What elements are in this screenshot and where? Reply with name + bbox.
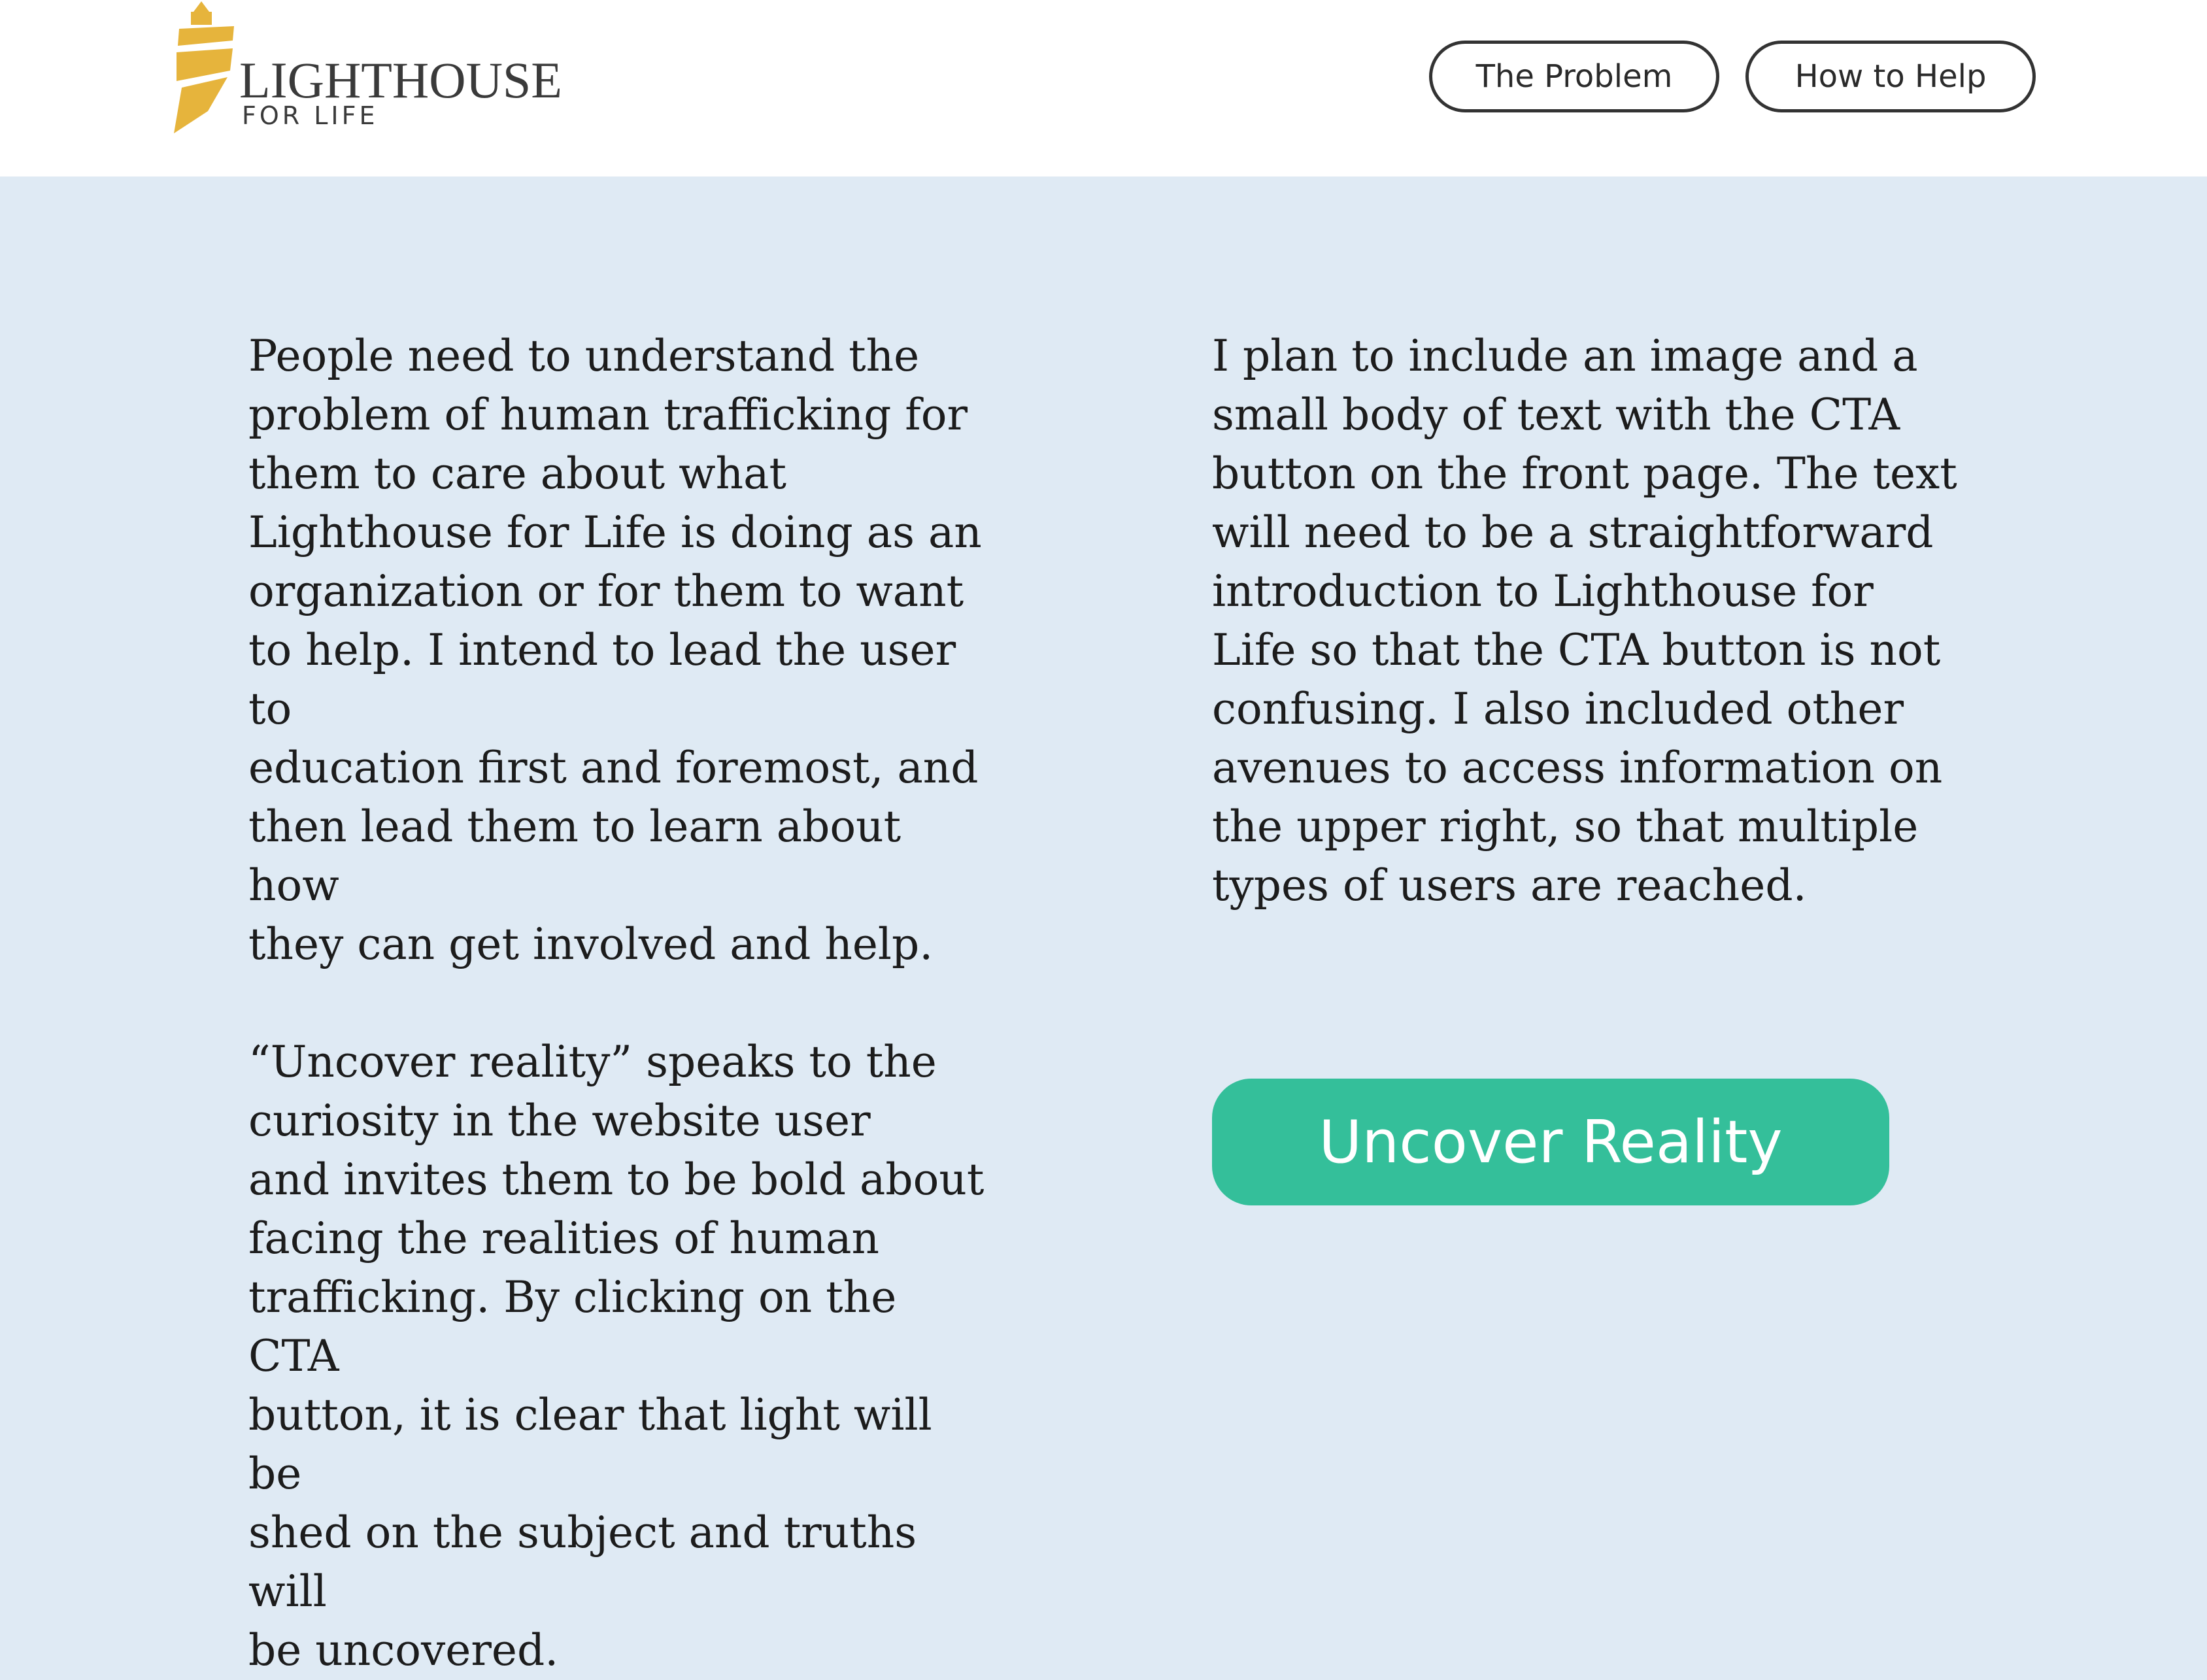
logo-title: LIGHTHOUSE [239, 52, 562, 109]
right-text-column: I plan to include an image and a small b… [1212, 327, 1957, 915]
left-text-column: People need to understand the problem of… [248, 327, 994, 1680]
uncover-reality-paragraph: “Uncover reality” speaks to the curiosit… [248, 1037, 985, 1675]
the-problem-button[interactable]: The Problem [1429, 41, 1719, 112]
lighthouse-icon [174, 1, 234, 133]
site-header: LIGHTHOUSE FOR LIFE The Problem How to H… [0, 0, 2207, 176]
plan-paragraph: I plan to include an image and a small b… [1212, 331, 1957, 911]
problem-paragraph: People need to understand the problem of… [248, 331, 982, 969]
how-to-help-button[interactable]: How to Help [1745, 41, 2036, 112]
top-nav: The Problem How to Help [1429, 41, 2036, 112]
lighthouse-for-life-logo[interactable]: LIGHTHOUSE FOR LIFE [169, 0, 562, 137]
uncover-reality-cta-button[interactable]: Uncover Reality [1212, 1079, 1889, 1205]
logo-subtitle: FOR LIFE [242, 101, 379, 130]
